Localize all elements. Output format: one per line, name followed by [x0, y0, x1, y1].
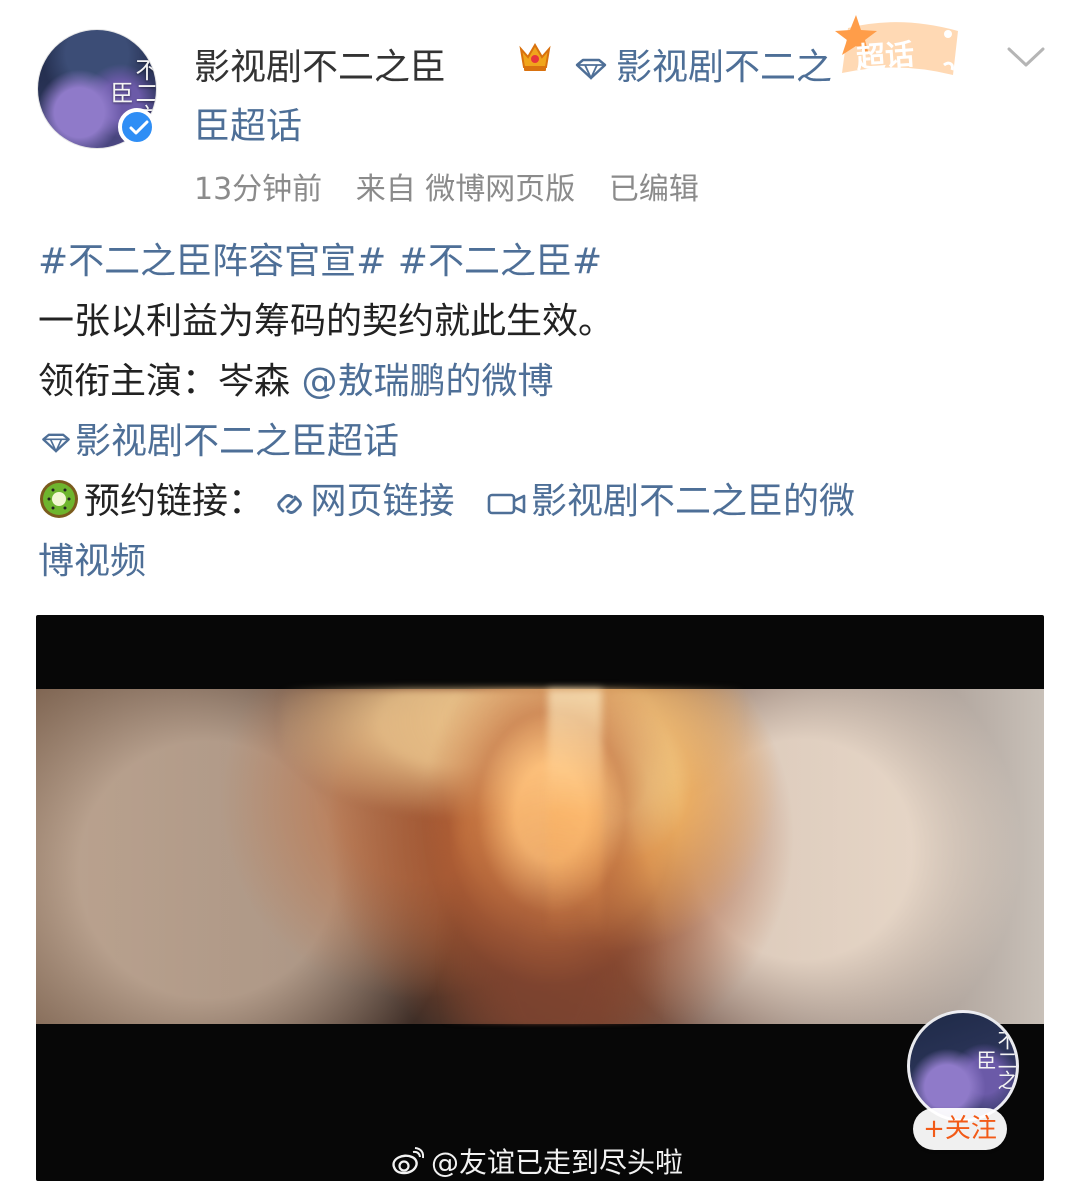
booking-line: 预约链接： 网页链接 影视剧不二之臣的微	[38, 472, 1038, 532]
web-link[interactable]: 网页链接	[275, 481, 465, 522]
chevron-down-icon[interactable]	[1005, 44, 1047, 70]
video-link-line-2[interactable]: 博视频	[38, 532, 1038, 592]
video-account-avatar[interactable]: 不二之臣	[907, 1010, 1019, 1122]
post-content: #不二之臣阵容官宣# #不二之臣# 一张以利益为筹码的契约就此生效。 领衔主演：…	[38, 232, 1038, 592]
supertopic-diamond-icon	[575, 58, 607, 80]
starring-line: 领衔主演：岑森 @敖瑞鹏的微博	[38, 352, 1038, 412]
post-time: 13分钟前	[194, 172, 323, 207]
mention-link[interactable]: @敖瑞鹏的微博	[301, 361, 553, 402]
video-camera-icon	[487, 493, 526, 515]
kiwi-emoji-icon	[40, 480, 78, 518]
video-frame	[36, 689, 1044, 1024]
post-meta: 13分钟前 来自 微博网页版 已编辑	[194, 164, 723, 208]
crown-icon	[517, 40, 553, 74]
link-chain-icon	[277, 494, 303, 514]
starring-label: 领衔主演：岑森	[38, 361, 302, 402]
supertopic-line-2[interactable]: 臣超话	[194, 97, 302, 149]
web-link-label: 网页链接	[310, 481, 455, 522]
supertopic-content-label: 影视剧不二之臣超话	[75, 421, 400, 462]
hashtag-lineup[interactable]: #不二之臣阵容官宣#	[38, 241, 386, 282]
supertopic-diamond-icon	[42, 433, 70, 453]
video-player[interactable]: 不二之臣 +关注 @友谊已走到尽头啦	[36, 615, 1044, 1181]
supertopic-line-1: 影视剧不二之	[616, 47, 833, 88]
description-line: 一张以利益为筹码的契约就此生效。	[38, 301, 615, 342]
follow-button[interactable]: +关注	[913, 1108, 1007, 1150]
booking-label: 预约链接：	[84, 481, 265, 522]
edited-label[interactable]: 已编辑	[609, 172, 699, 207]
hashtag-line: #不二之臣阵容官宣# #不二之臣#	[38, 232, 1038, 292]
weibo-logo-icon	[392, 1147, 425, 1175]
video-link-label-1: 影视剧不二之臣的微	[530, 481, 855, 522]
video-link[interactable]: 影视剧不二之臣的微	[486, 481, 855, 522]
username-link[interactable]: 影视剧不二之臣	[194, 38, 446, 90]
watermark-text: @友谊已走到尽头啦	[431, 1146, 684, 1179]
verified-badge-icon	[118, 108, 156, 146]
supertopic-badge-label: 超话	[855, 37, 916, 75]
watermark: @友谊已走到尽头啦	[386, 1141, 683, 1181]
supertopic-link[interactable]: 影视剧不二之	[572, 38, 832, 90]
supertopic-badge[interactable]: 超话	[830, 12, 970, 82]
supertopic-content-link[interactable]: 影视剧不二之臣超话	[38, 412, 1038, 472]
video-avatar-title: 不二之臣	[973, 1030, 1018, 1090]
hashtag-show[interactable]: #不二之臣#	[398, 241, 602, 282]
light-beam	[548, 689, 602, 939]
post-source: 来自 微博网页版	[355, 172, 576, 207]
